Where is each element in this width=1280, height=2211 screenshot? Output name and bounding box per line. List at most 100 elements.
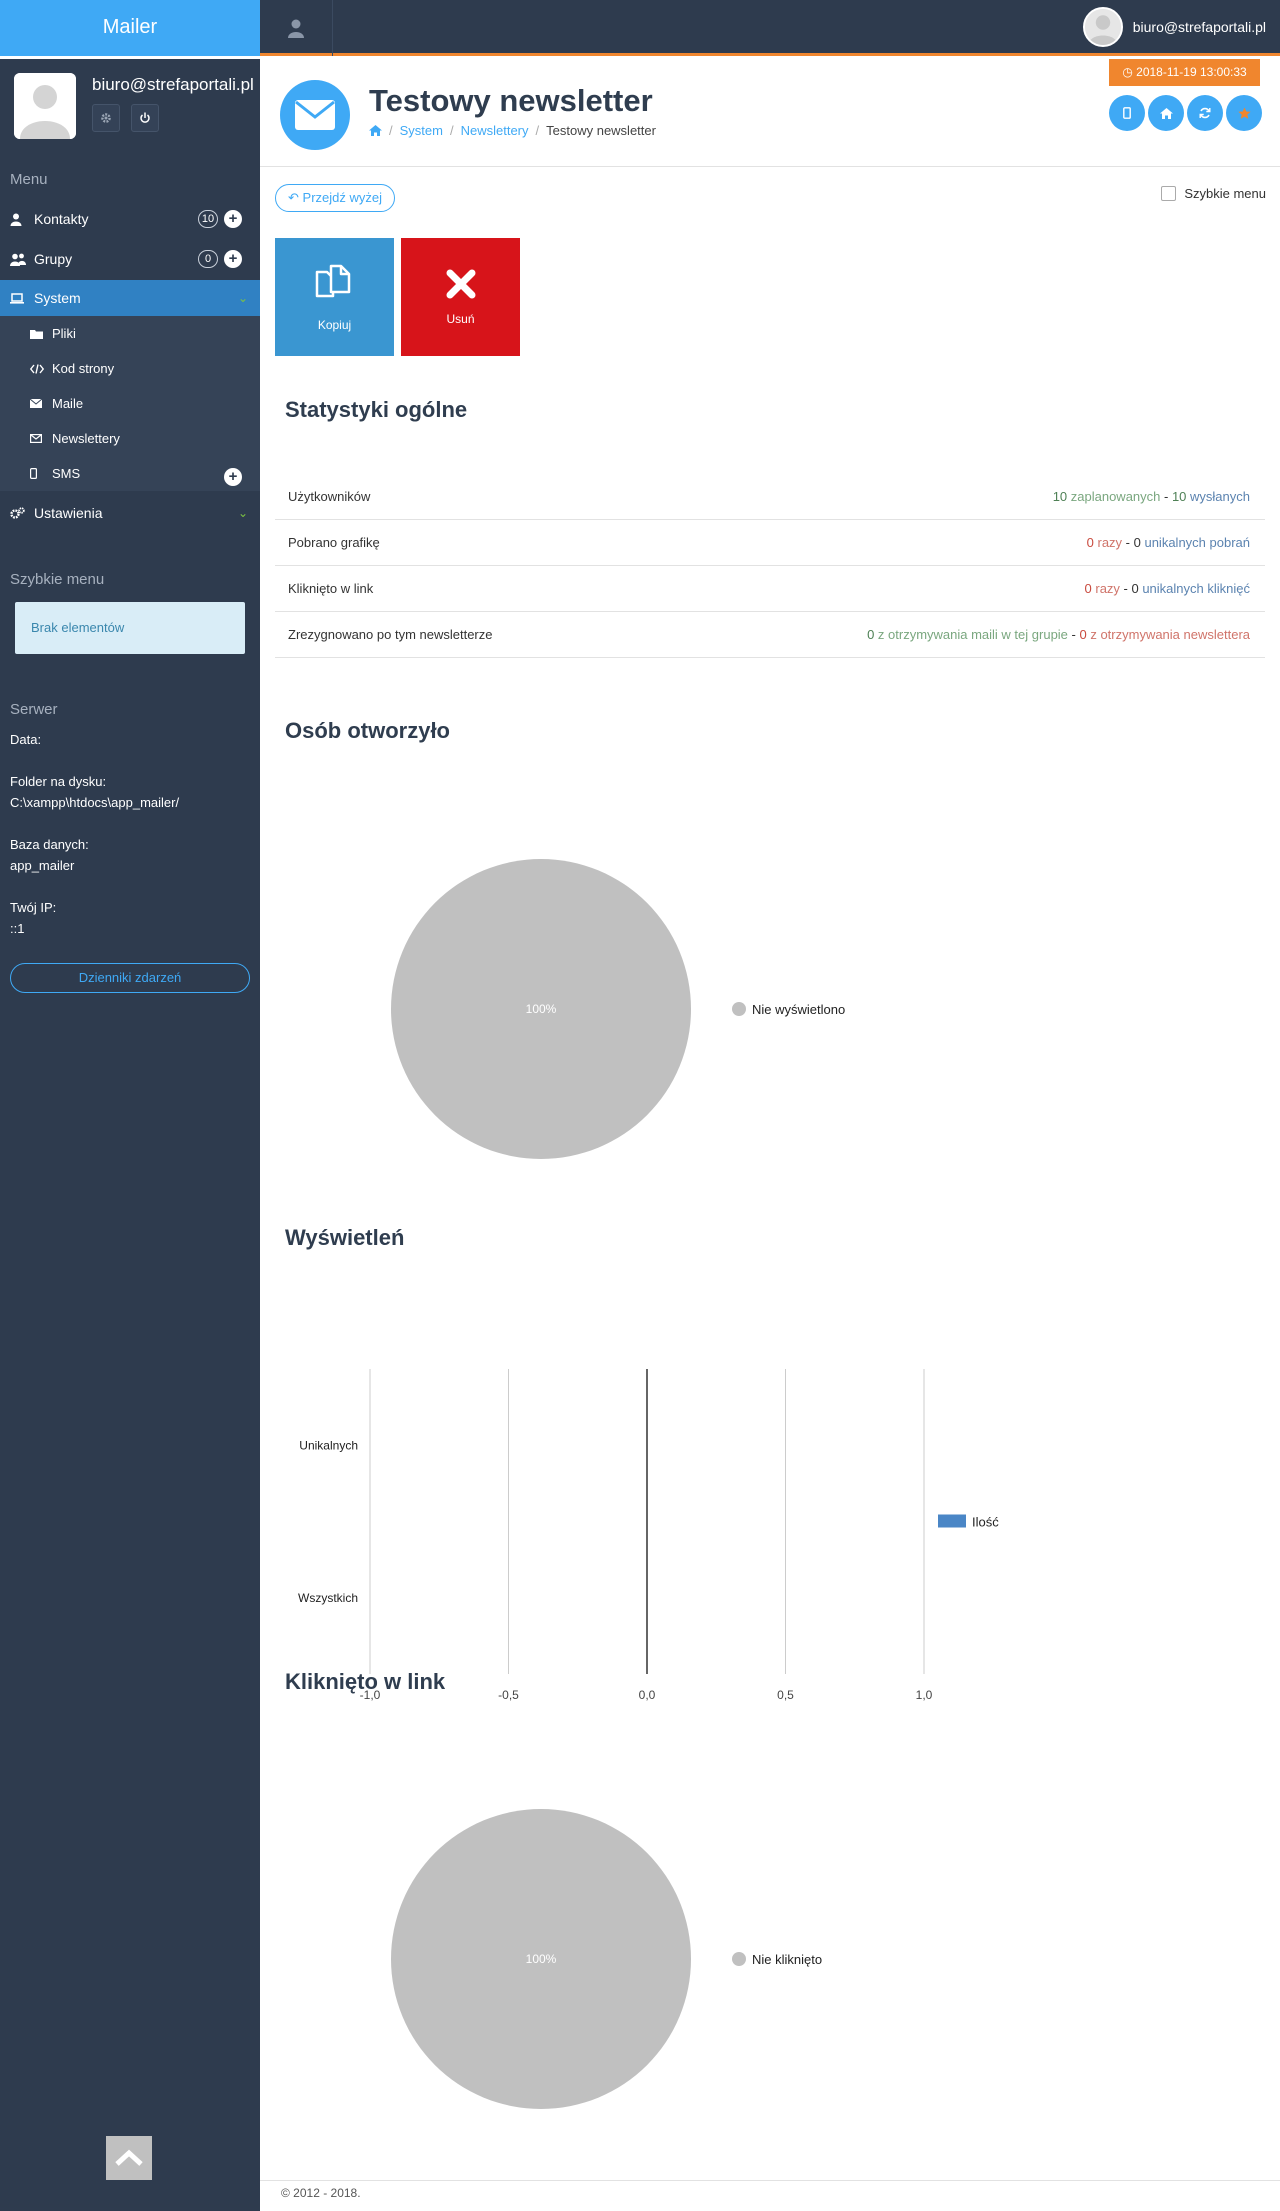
logout-button[interactable] xyxy=(131,104,159,132)
legend-label: Nie wyświetlono xyxy=(752,1002,845,1017)
legend-label: Nie kliknięto xyxy=(752,1952,822,1967)
date-badge: ◷ 2018-11-19 13:00:33 xyxy=(1109,59,1260,86)
legend-swatch xyxy=(938,1514,966,1528)
topbar-user-email[interactable]: biuro@strefaportali.pl xyxy=(1133,19,1266,35)
laptop-icon xyxy=(10,292,26,304)
chevron-down-icon: ⌄ xyxy=(237,506,248,520)
quick-menu-toggle[interactable]: Szybkie menu xyxy=(1161,186,1266,201)
stats-row-label: Kliknięto w link xyxy=(288,581,374,596)
breadcrumb: / System / Newslettery / Testowy newslet… xyxy=(369,123,656,138)
sidebar-subitem-mails[interactable]: Maile xyxy=(0,386,260,421)
x-tick-label: 0,0 xyxy=(639,1688,656,1702)
add-contact-button[interactable]: + xyxy=(224,210,242,228)
stats-row-value: 0 z otrzymywania maili w tej grupie - 0 … xyxy=(867,627,1250,642)
legend-swatch xyxy=(732,1002,746,1016)
x-tick-label: 0,5 xyxy=(777,1688,794,1702)
breadcrumb-separator: / xyxy=(449,123,454,138)
mobile-button[interactable] xyxy=(1109,95,1145,131)
count-badge: 0 xyxy=(198,250,218,268)
stats-row-label: Pobrano grafikę xyxy=(288,535,380,550)
code-icon xyxy=(30,363,44,374)
add-sms-button[interactable]: + xyxy=(224,468,242,486)
footer-copyright: © 2012 - 2018. xyxy=(281,2186,361,2200)
topbar-divider xyxy=(332,0,333,56)
server-folder-value: C:\xampp\htdocs\app_mailer/ xyxy=(10,795,180,810)
header-divider xyxy=(260,166,1280,167)
favorite-button[interactable] xyxy=(1226,95,1262,131)
quick-menu-label: Szybkie menu xyxy=(1184,186,1266,201)
profile-avatar xyxy=(14,73,76,139)
settings-button[interactable] xyxy=(92,104,120,132)
copy-button[interactable]: Kopiuj xyxy=(275,238,394,356)
envelope-icon xyxy=(280,80,350,150)
sidebar-item-label: Kontakty xyxy=(34,211,89,227)
footer-divider xyxy=(260,2180,1280,2181)
clicked-chart-title: Kliknięto w link xyxy=(285,1669,446,1694)
views-bar-chart: -1,0 -0,5 0,0 0,5 1,0UnikalnychWszystkichIlo… xyxy=(298,1369,999,1702)
reply-icon: ↶ xyxy=(288,190,299,205)
stats-row: Kliknięto w link 0 razy - 0 unikalnych k… xyxy=(275,566,1265,612)
users-icon xyxy=(10,253,26,266)
chevron-down-icon: ⌄ xyxy=(237,291,248,305)
avatar[interactable] xyxy=(1082,7,1123,47)
stats-row-value: 10 zaplanowanych - 10 wysłanych xyxy=(1052,489,1250,504)
server-heading: Serwer xyxy=(10,701,58,718)
sidebar-subitem-label: Kod strony xyxy=(52,361,115,376)
refresh-icon xyxy=(1199,107,1211,119)
close-icon xyxy=(446,269,475,299)
envelope-icon xyxy=(30,399,44,408)
server-date-label: Data: xyxy=(10,732,42,747)
sidebar-item-settings[interactable]: Ustawienia ⌄ xyxy=(0,495,260,531)
sidebar-item-label: System xyxy=(34,290,81,306)
home-icon[interactable] xyxy=(369,125,382,136)
sidebar-subitem-code[interactable]: Kod strony xyxy=(0,351,260,386)
top-bar: Mailer biuro@strefaportali.pl xyxy=(0,0,1280,56)
event-log-button[interactable]: Dzienniki zdarzeń xyxy=(10,963,250,993)
app-brand[interactable]: Mailer xyxy=(0,0,260,56)
envelope-o-icon xyxy=(30,434,44,443)
chevron-up-icon xyxy=(115,2149,143,2166)
copy-label: Kopiuj xyxy=(317,318,352,332)
date-value: 2018-11-19 13:00:33 xyxy=(1136,65,1247,79)
topbar-user-menu[interactable]: biuro@strefaportali.pl xyxy=(1082,7,1266,47)
delete-button[interactable]: Usuń xyxy=(401,238,520,356)
gear-icon xyxy=(101,113,111,123)
breadcrumb-link[interactable]: System xyxy=(400,123,443,138)
refresh-button[interactable] xyxy=(1187,95,1223,131)
user-icon xyxy=(10,213,26,226)
stats-row: Użytkowników 10 zaplanowanych - 10 wysła… xyxy=(275,474,1265,520)
header-actions xyxy=(1109,95,1262,131)
folder-icon xyxy=(30,329,44,339)
breadcrumb-link[interactable]: Newslettery xyxy=(461,123,529,138)
clicked-pie-chart: 100% Nie kliknięto xyxy=(391,1809,822,2109)
stats-title: Statystyki ogólne xyxy=(285,397,468,422)
server-ip-value: ::1 xyxy=(10,921,25,936)
sidebar-item-contacts[interactable]: Kontakty 10 + xyxy=(0,201,260,237)
stats-row-label: Zrezygnowano po tym newsletterze xyxy=(288,627,493,642)
menu-heading: Menu xyxy=(10,171,48,188)
legend-swatch xyxy=(732,1952,746,1966)
home-button[interactable] xyxy=(1148,95,1184,131)
sidebar-subitem-label: Pliki xyxy=(52,326,76,341)
sidebar-subitem-files[interactable]: Pliki xyxy=(0,316,260,351)
quick-menu-checkbox[interactable] xyxy=(1161,186,1177,201)
breadcrumb-separator: / xyxy=(389,123,393,138)
sidebar-subitem-newsletters[interactable]: Newslettery xyxy=(0,421,260,456)
power-icon xyxy=(140,112,150,123)
add-group-button[interactable]: + xyxy=(224,250,242,268)
user-icon[interactable] xyxy=(288,18,304,38)
stats-row: Zrezygnowano po tym newsletterze 0 z otr… xyxy=(275,612,1265,658)
sidebar-subitem-label: Newslettery xyxy=(52,431,120,446)
back-button[interactable]: ↶ Przejdź wyżej xyxy=(275,184,395,212)
scroll-to-top-button[interactable] xyxy=(106,2136,152,2180)
sidebar-subitem-sms[interactable]: SMS + xyxy=(0,456,260,491)
mobile-icon xyxy=(1123,107,1131,119)
mobile-icon xyxy=(30,468,44,479)
x-tick-label: 1,0 xyxy=(916,1688,933,1702)
sidebar-item-groups[interactable]: Grupy 0 + xyxy=(0,241,260,277)
profile-email: biuro@strefaportali.pl xyxy=(92,75,254,94)
copy-icon xyxy=(315,264,350,298)
clock-icon: ◷ xyxy=(1122,65,1133,79)
sidebar-item-system[interactable]: System ⌄ xyxy=(0,280,260,316)
sidebar-subitem-label: SMS xyxy=(52,466,81,481)
